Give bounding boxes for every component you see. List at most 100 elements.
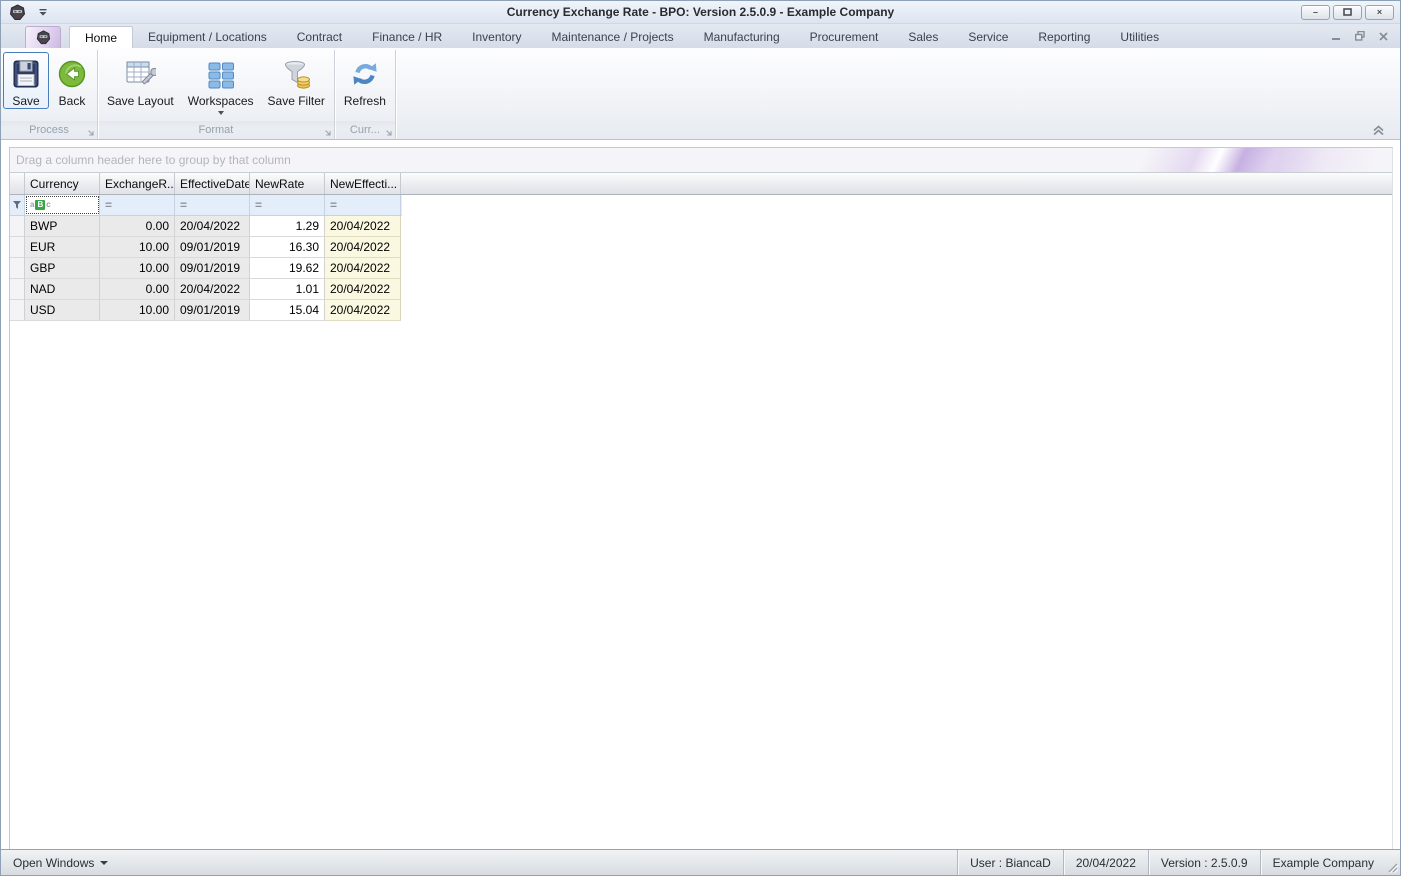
resize-grip[interactable]: [1386, 850, 1400, 875]
grid-cell-effective-date[interactable]: 20/04/2022: [175, 216, 250, 237]
save-layout-button[interactable]: Save Layout: [100, 52, 181, 109]
grid-cell-effective-date[interactable]: 20/04/2022: [175, 279, 250, 300]
grid-group-by-panel[interactable]: Drag a column header here to group by th…: [10, 148, 1392, 173]
ribbon: Save Back Process Save Layout Workspaces…: [1, 48, 1400, 140]
grid-row-nad[interactable]: NAD 0.00 20/04/2022 1.01 20/04/2022: [10, 279, 402, 300]
save-button[interactable]: Save: [3, 52, 49, 109]
grid-cell-new-rate[interactable]: 19.62: [250, 258, 325, 279]
ribbon-tab-row: Home Equipment / Locations Contract Finance…: [1, 24, 1400, 48]
grid-cell-exchange-rate[interactable]: 10.00: [100, 258, 175, 279]
row-indicator[interactable]: [10, 300, 25, 321]
grid-cell-new-effective-date[interactable]: 20/04/2022: [325, 216, 401, 237]
grid-cell-new-effective-date[interactable]: 20/04/2022: [325, 279, 401, 300]
tab-sales[interactable]: Sales: [893, 26, 953, 48]
app-logo-icon: [9, 3, 26, 20]
ribbon-group-currency: Refresh Curr...: [334, 50, 396, 139]
tab-reporting[interactable]: Reporting: [1023, 26, 1105, 48]
grid-cell-new-rate[interactable]: 1.01: [250, 279, 325, 300]
column-header-neweffecti[interactable]: NewEffecti...: [325, 173, 401, 194]
workspaces-dropdown-icon: [217, 111, 224, 115]
grid-cell-new-effective-date[interactable]: 20/04/2022: [325, 300, 401, 321]
tab-service[interactable]: Service: [953, 26, 1023, 48]
row-indicator[interactable]: [10, 216, 25, 237]
open-windows-button[interactable]: Open Windows: [1, 856, 109, 870]
tab-manufacturing[interactable]: Manufacturing: [689, 26, 795, 48]
save-layout-button-label: Save Layout: [107, 94, 174, 108]
grid-header-row: Currency ExchangeR... EffectiveDate NewRate…: [10, 173, 1392, 195]
mdi-close-icon[interactable]: [1379, 31, 1388, 41]
tab-inventory[interactable]: Inventory: [457, 26, 536, 48]
application-menu-button[interactable]: [25, 26, 61, 48]
grid-cell-effective-date[interactable]: 09/01/2019: [175, 258, 250, 279]
row-indicator[interactable]: [10, 258, 25, 279]
ribbon-group-caption-process: Process: [1, 121, 97, 139]
filter-input-exchanger[interactable]: =: [100, 195, 175, 215]
chevron-down-icon: [100, 860, 109, 865]
row-indicator[interactable]: [10, 279, 25, 300]
grid-row-bwp[interactable]: BWP 0.00 20/04/2022 1.29 20/04/2022: [10, 216, 402, 237]
grid-cell-exchange-rate[interactable]: 10.00: [100, 300, 175, 321]
grid-cell-currency[interactable]: BWP: [25, 216, 100, 237]
ribbon-group-format: Save Layout Workspaces Save Filter Forma…: [98, 50, 335, 139]
grid-cell-new-effective-date[interactable]: 20/04/2022: [325, 258, 401, 279]
filter-input-currency[interactable]: aBc: [25, 195, 100, 215]
tab-finance-hr[interactable]: Finance / HR: [357, 26, 457, 48]
quick-access-customize-icon[interactable]: [38, 8, 48, 17]
ribbon-group-process: Save Back Process: [1, 50, 98, 139]
group-caption-label: Process: [29, 124, 69, 136]
group-by-hint-label: Drag a column header here to group by th…: [16, 153, 291, 167]
dialog-launcher-icon[interactable]: [384, 128, 392, 136]
grid-row-usd[interactable]: USD 10.00 09/01/2019 15.04 20/04/2022: [10, 300, 402, 321]
abc-filter-icon: aBc: [30, 200, 51, 210]
grid-cell-currency[interactable]: GBP: [25, 258, 100, 279]
column-header-newrate[interactable]: NewRate: [250, 173, 325, 194]
grid-cell-exchange-rate[interactable]: 0.00: [100, 216, 175, 237]
save-filter-button-label: Save Filter: [267, 94, 325, 108]
column-header-effectivedate[interactable]: EffectiveDate: [175, 173, 250, 194]
workspaces-icon: [208, 62, 234, 89]
filter-input-newrate[interactable]: =: [250, 195, 325, 215]
row-indicator[interactable]: [10, 237, 25, 258]
back-button-label: Back: [58, 94, 86, 108]
save-button-label: Save: [12, 94, 40, 108]
grid-cell-currency[interactable]: NAD: [25, 279, 100, 300]
save-filter-button[interactable]: Save Filter: [261, 52, 332, 109]
close-button[interactable]: ×: [1365, 4, 1394, 20]
grid-cell-new-rate[interactable]: 1.29: [250, 216, 325, 237]
status-bar: Open Windows User : BiancaD 20/04/2022 V…: [1, 849, 1400, 875]
tab-home[interactable]: Home: [69, 26, 134, 48]
mdi-restore-icon[interactable]: [1355, 31, 1365, 41]
grid-cell-effective-date[interactable]: 09/01/2019: [175, 300, 250, 321]
tab-contract[interactable]: Contract: [282, 26, 357, 48]
dialog-launcher-icon[interactable]: [86, 128, 94, 136]
grid-cell-new-rate[interactable]: 15.04: [250, 300, 325, 321]
filter-input-effectivedate[interactable]: =: [175, 195, 250, 215]
tab-utilities[interactable]: Utilities: [1105, 26, 1174, 48]
grid-cell-effective-date[interactable]: 09/01/2019: [175, 237, 250, 258]
workspaces-button[interactable]: Workspaces: [181, 52, 261, 116]
column-header-currency[interactable]: Currency: [25, 173, 100, 194]
grid-cell-exchange-rate[interactable]: 0.00: [100, 279, 175, 300]
save-filter-icon: [285, 61, 311, 89]
column-header-exchanger[interactable]: ExchangeR...: [100, 173, 175, 194]
dialog-launcher-icon[interactable]: [323, 128, 331, 136]
ribbon-collapse-icon[interactable]: [1371, 125, 1386, 136]
ribbon-tabs: Home Equipment / Locations Contract Finance…: [69, 26, 1174, 48]
filter-input-neweffecti[interactable]: =: [325, 195, 401, 215]
grid-row-gbp[interactable]: GBP 10.00 09/01/2019 19.62 20/04/2022: [10, 258, 402, 279]
mdi-minimize-icon[interactable]: [1332, 32, 1341, 41]
maximize-button[interactable]: [1333, 4, 1362, 20]
grid-cell-new-rate[interactable]: 16.30: [250, 237, 325, 258]
tab-maintenance-projects[interactable]: Maintenance / Projects: [537, 26, 689, 48]
back-button[interactable]: Back: [49, 52, 95, 109]
app-window: Currency Exchange Rate - BPO: Version 2.…: [0, 0, 1401, 876]
grid-row-eur[interactable]: EUR 10.00 09/01/2019 16.30 20/04/2022: [10, 237, 402, 258]
tab-equipment-locations[interactable]: Equipment / Locations: [133, 26, 282, 48]
grid-cell-new-effective-date[interactable]: 20/04/2022: [325, 237, 401, 258]
refresh-button[interactable]: Refresh: [337, 52, 393, 109]
grid-cell-currency[interactable]: USD: [25, 300, 100, 321]
grid-cell-currency[interactable]: EUR: [25, 237, 100, 258]
grid-cell-exchange-rate[interactable]: 10.00: [100, 237, 175, 258]
tab-procurement[interactable]: Procurement: [795, 26, 894, 48]
minimize-button[interactable]: –: [1301, 4, 1330, 20]
